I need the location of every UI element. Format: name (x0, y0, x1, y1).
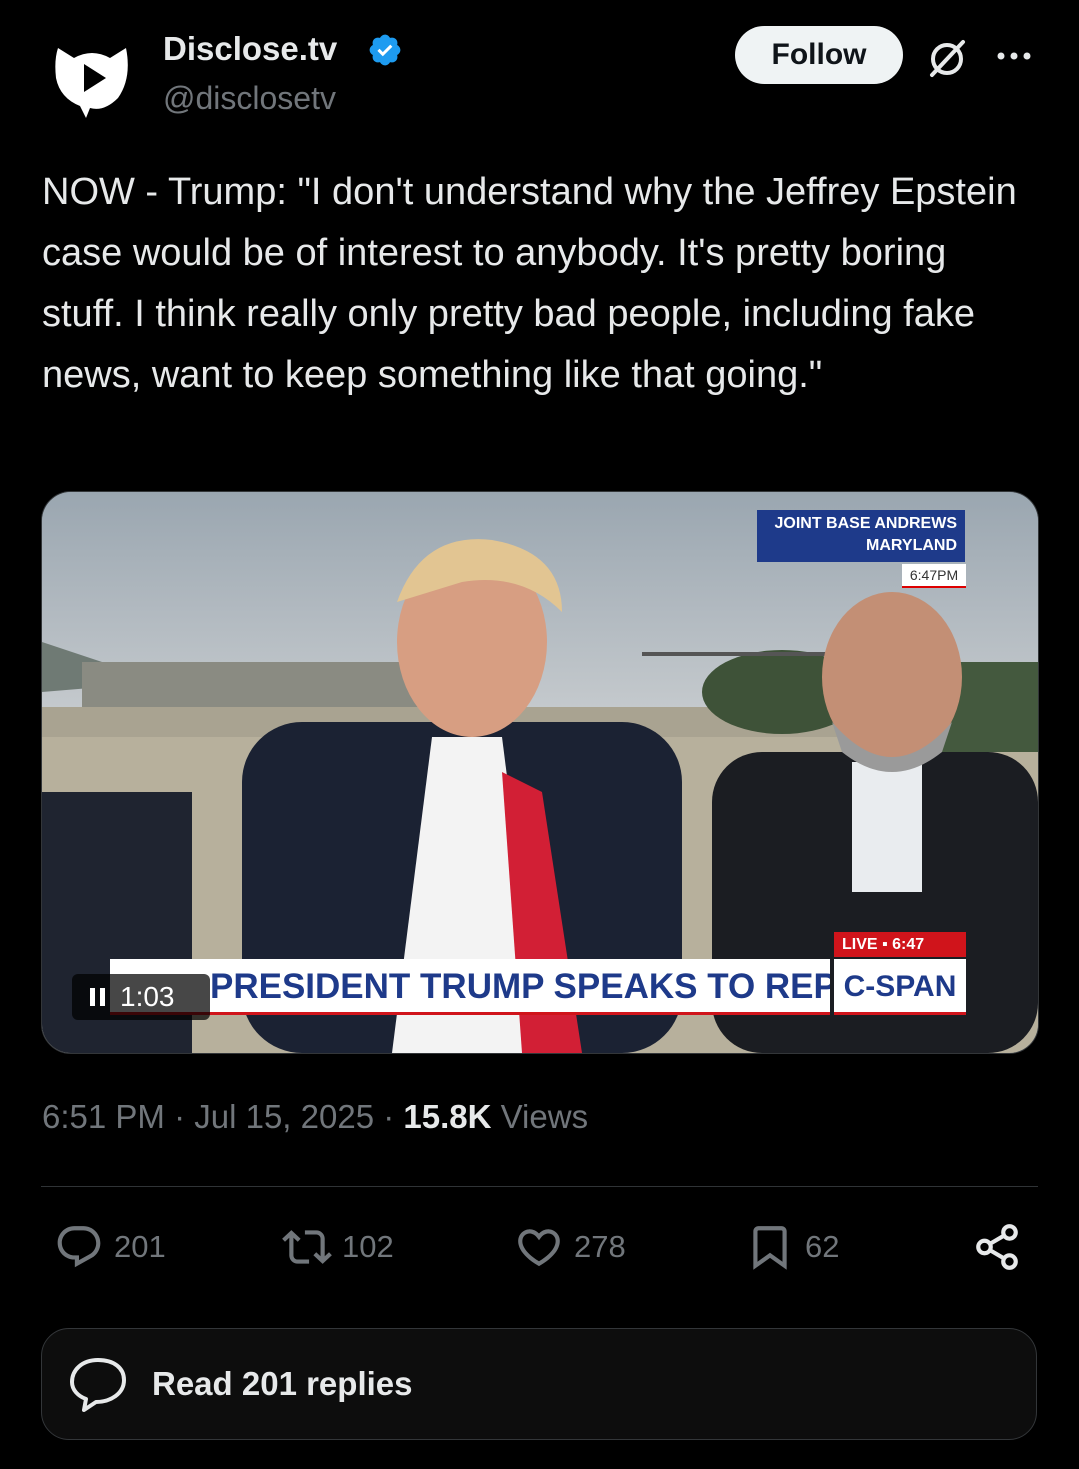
tweet-meta: 6:51 PM · Jul 15, 2025 · 15.8K Views (42, 1098, 589, 1135)
reply-icon (57, 1226, 101, 1268)
reply-button[interactable]: 201 (54, 1222, 166, 1272)
play-bubble-icon (55, 48, 128, 118)
share-button[interactable] (972, 1222, 1032, 1272)
read-replies-label: Read 201 replies (152, 1365, 413, 1402)
heart-icon (518, 1229, 560, 1267)
bookmark-button[interactable]: 62 (745, 1222, 839, 1272)
verified-badge-icon (367, 32, 403, 68)
replies-bubble-icon (70, 1358, 126, 1412)
bookmark-icon (753, 1226, 787, 1270)
like-button[interactable]: 278 (514, 1222, 626, 1272)
live-badge: LIVE ▪ 6:47 (834, 932, 966, 957)
location-overlay: JOINT BASE ANDREWS MARYLAND (757, 510, 965, 562)
views-count: 15.8K (403, 1098, 492, 1135)
bookmark-count: 62 (805, 1229, 840, 1264)
tweet-text: NOW - Trump: "I don't understand why the… (42, 171, 1017, 396)
player-controls[interactable]: 1:03 (72, 974, 210, 1020)
author-handle[interactable]: @disclosetv (163, 80, 336, 117)
repost-count: 102 (342, 1229, 394, 1264)
views-label: Views (500, 1098, 589, 1135)
reply-count: 201 (114, 1229, 166, 1264)
repost-icon (282, 1230, 332, 1264)
read-replies-button[interactable]: Read 201 replies (41, 1328, 1037, 1440)
grok-icon[interactable] (926, 38, 968, 80)
avatar[interactable] (52, 38, 132, 118)
divider (41, 1186, 1038, 1187)
video-player[interactable]: JOINT BASE ANDREWS MARYLAND 6:47PM LIVE … (41, 491, 1039, 1054)
time-remaining: 1:03 (120, 981, 175, 1012)
network-logo: C-SPAN (834, 959, 966, 1015)
share-icon (976, 1224, 1018, 1270)
tweet-date[interactable]: Jul 15, 2025 (194, 1098, 374, 1135)
like-count: 278 (574, 1229, 626, 1264)
pause-icon[interactable] (88, 986, 108, 1008)
location-time: 6:47PM (902, 564, 966, 588)
tweet-time[interactable]: 6:51 PM (42, 1098, 165, 1135)
location-line1: JOINT BASE ANDREWS (774, 515, 957, 532)
lower-third-caption: PRESIDENT TRUMP SPEAKS TO REPORTERS (110, 959, 830, 1015)
author-name[interactable]: Disclose.tv (163, 30, 337, 68)
repost-button[interactable]: 102 (282, 1222, 394, 1272)
more-icon[interactable] (995, 44, 1035, 68)
location-line2: MARYLAND (866, 537, 957, 554)
follow-button[interactable]: Follow (735, 26, 903, 84)
